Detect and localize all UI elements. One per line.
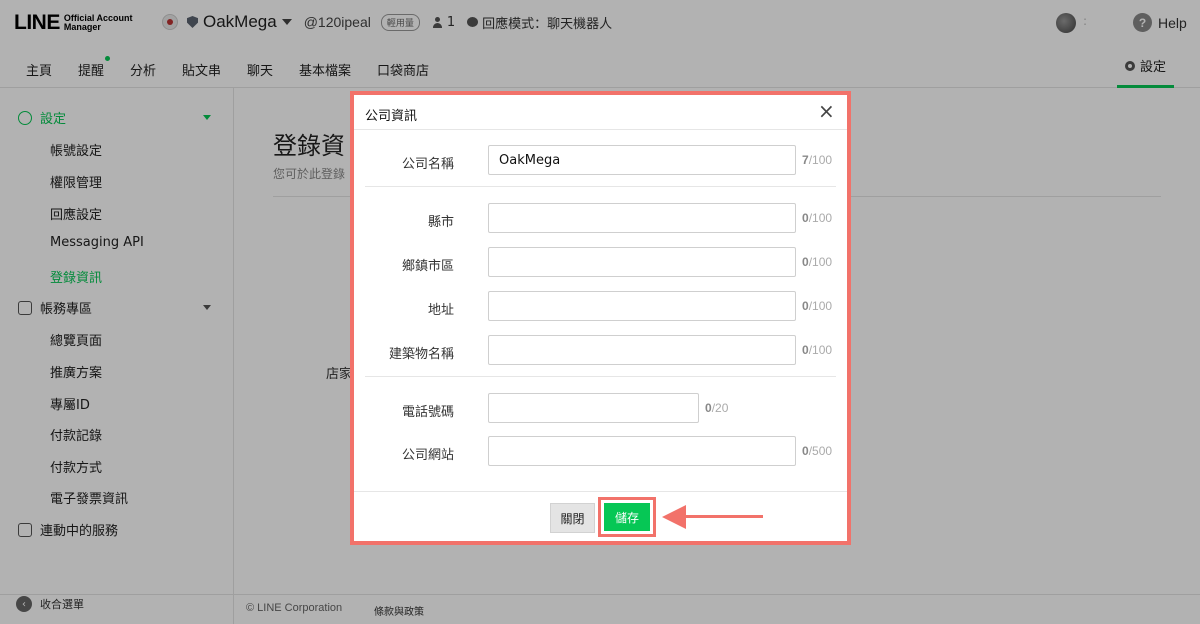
building-name-max: /100 [808, 343, 833, 357]
city-input[interactable] [488, 203, 796, 233]
save-button-highlight: 儲存 [598, 497, 656, 537]
website-label: 公司網站 [401, 448, 454, 463]
arrow-left-icon [662, 505, 686, 529]
phone-count: 0 [705, 401, 712, 415]
divider [365, 186, 836, 187]
district-counter: 0/100 [802, 255, 832, 269]
dialog-header: 公司資訊 × [354, 95, 847, 130]
company-info-dialog: 公司資訊 × 公司名稱 OakMega 7/100 縣市 0/100 鄉鎮市區 … [350, 91, 851, 545]
website-input[interactable] [488, 436, 796, 466]
address-label: 地址 [427, 303, 454, 318]
website-count: 0 [802, 444, 809, 458]
divider [365, 376, 836, 377]
website-counter: 0/500 [802, 444, 832, 458]
phone-max: /20 [711, 401, 729, 415]
city-count: 0 [802, 211, 809, 225]
district-count: 0 [802, 255, 809, 269]
city-label: 縣市 [427, 215, 454, 230]
arrow-shaft [684, 515, 763, 518]
phone-label: 電話號碼 [401, 405, 454, 420]
close-icon[interactable]: × [818, 99, 835, 123]
phone-counter: 0/20 [705, 401, 728, 415]
company-name-counter: 7/100 [802, 153, 832, 167]
city-counter: 0/100 [802, 211, 832, 225]
address-counter: 0/100 [802, 299, 832, 313]
phone-input[interactable] [488, 393, 699, 423]
district-label: 鄉鎮市區 [401, 259, 454, 274]
building-name-label: 建築物名稱 [388, 347, 454, 362]
building-name-input[interactable] [488, 335, 796, 365]
save-button[interactable]: 儲存 [604, 503, 650, 531]
address-input[interactable] [488, 291, 796, 321]
building-name-count: 0 [802, 343, 809, 357]
company-name-label: 公司名稱 [401, 157, 454, 172]
close-button[interactable]: 關閉 [550, 503, 595, 533]
district-input[interactable] [488, 247, 796, 277]
company-name-count: 7 [802, 153, 809, 167]
website-max: /500 [808, 444, 833, 458]
dialog-footer-divider [354, 491, 847, 492]
district-max: /100 [808, 255, 833, 269]
address-max: /100 [808, 299, 833, 313]
address-count: 0 [802, 299, 809, 313]
building-name-counter: 0/100 [802, 343, 832, 357]
city-max: /100 [808, 211, 833, 225]
company-name-max: /100 [808, 153, 833, 167]
company-name-input[interactable]: OakMega [488, 145, 796, 175]
dialog-title: 公司資訊 [365, 109, 418, 124]
